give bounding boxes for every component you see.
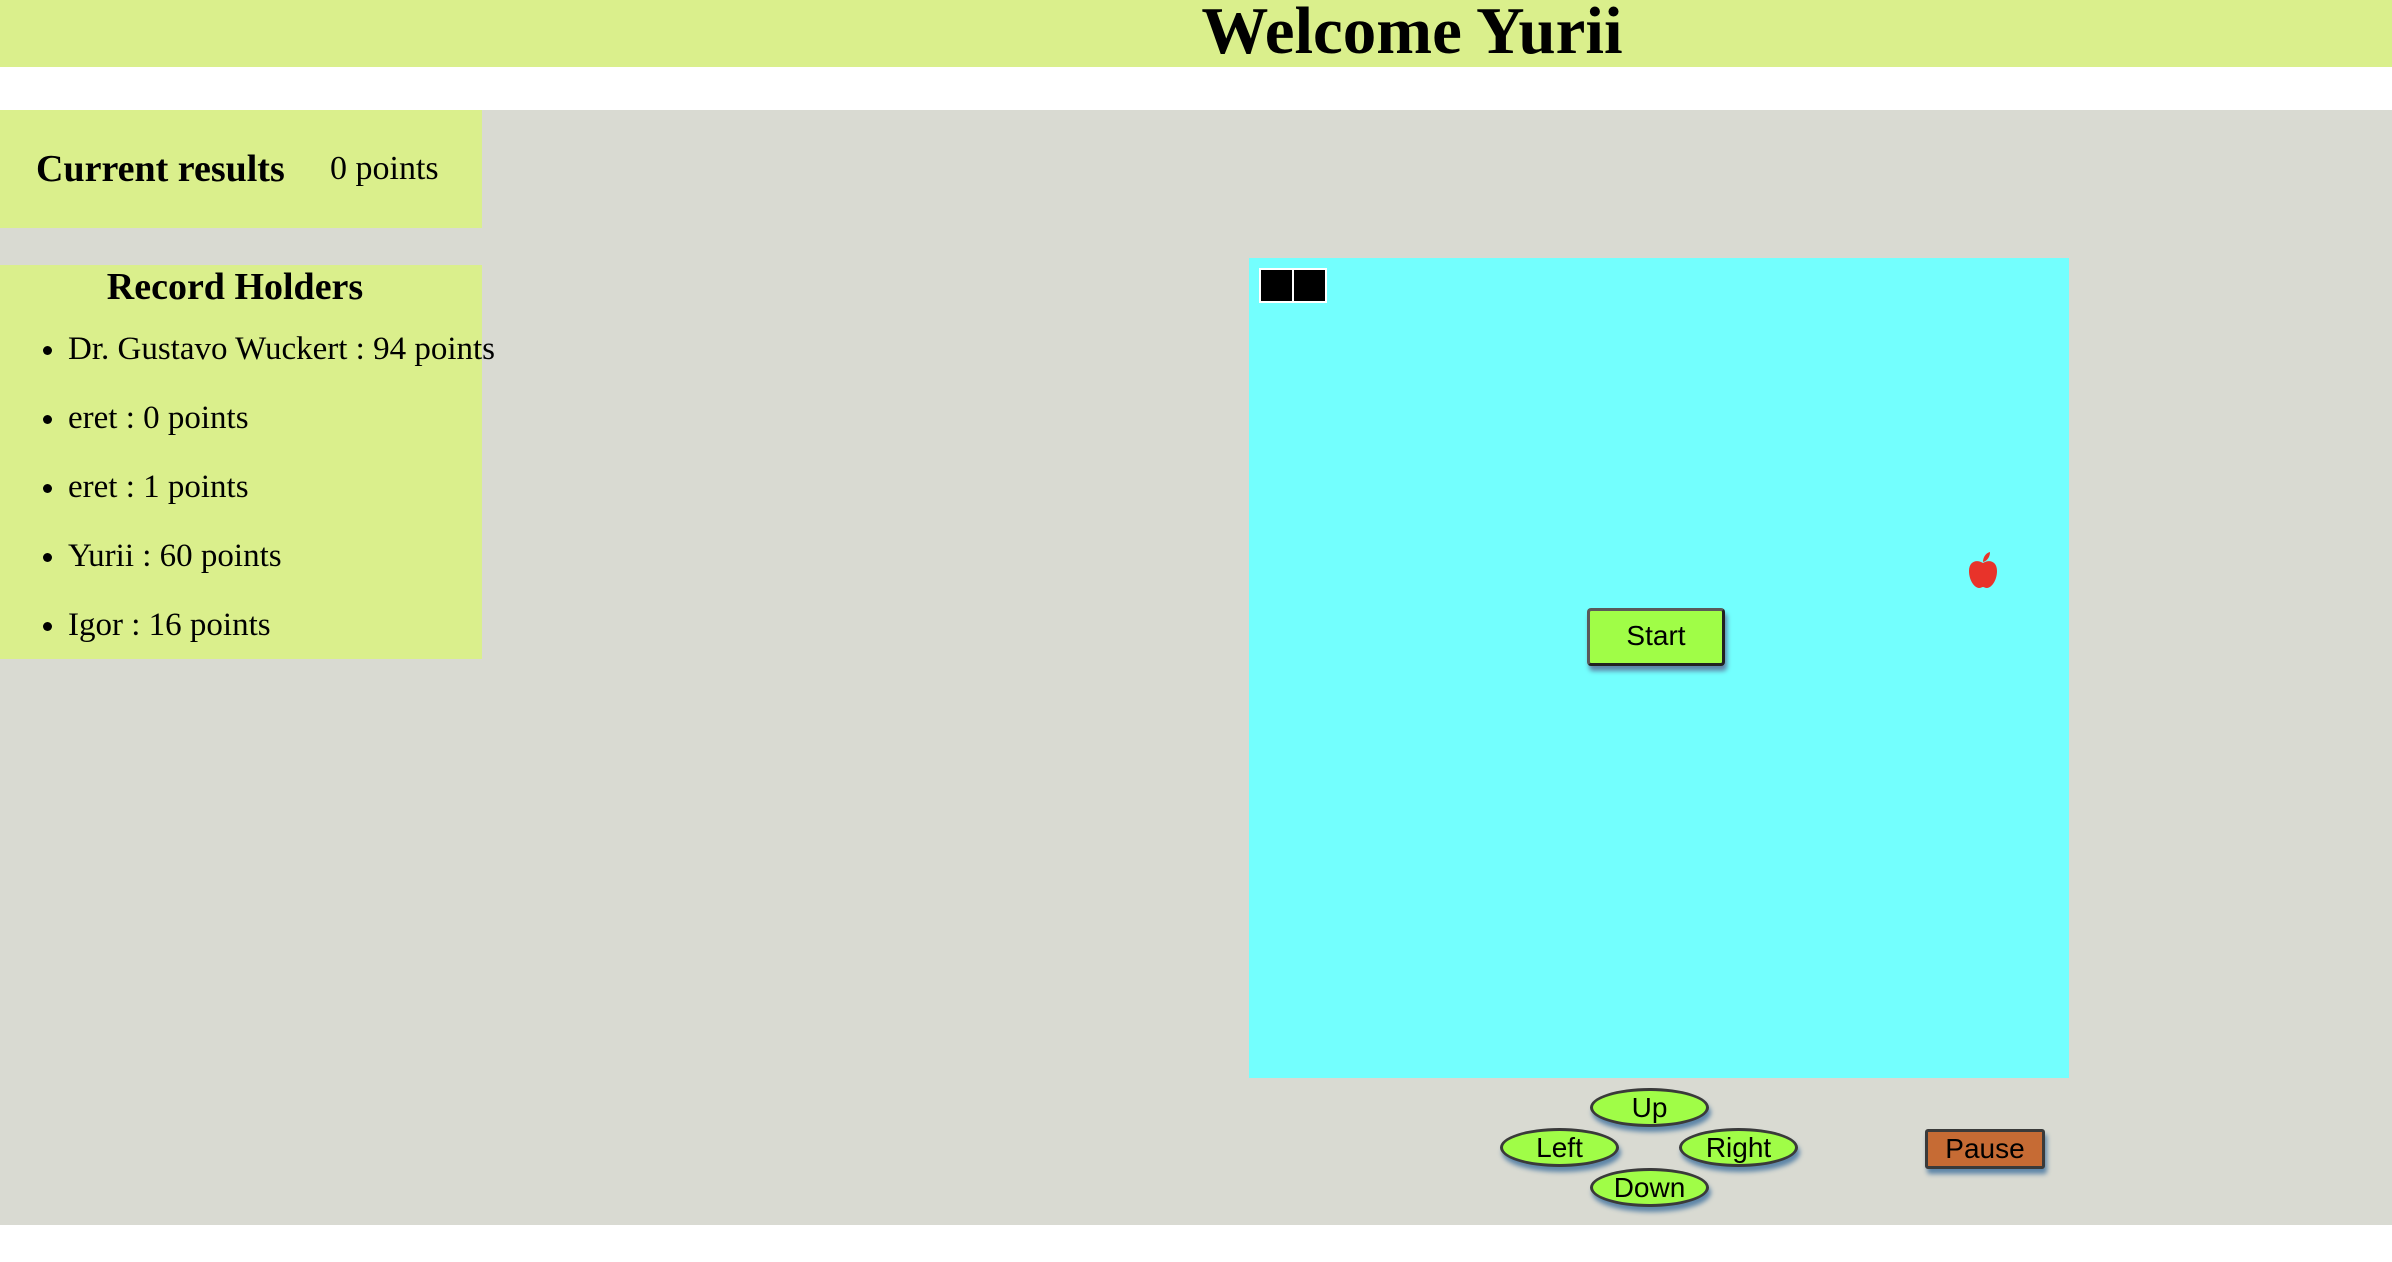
current-score: 0 points xyxy=(330,150,439,187)
welcome-title: Welcome Yurii xyxy=(1201,0,1623,68)
record-holder-item: Yurii : 60 points xyxy=(68,534,495,603)
record-holders-panel: Record Holders Dr. Gustavo Wuckert : 94 … xyxy=(0,265,495,659)
pause-button[interactable]: Pause xyxy=(1925,1129,2045,1169)
header-bar: Welcome Yurii xyxy=(0,0,2392,68)
game-board[interactable] xyxy=(1249,258,2069,1078)
record-holder-item: Igor : 16 points xyxy=(68,603,495,672)
snake-segment xyxy=(1292,268,1327,303)
snake-segment xyxy=(1259,268,1294,303)
record-holder-item: eret : 0 points xyxy=(68,396,495,465)
left-button[interactable]: Left xyxy=(1500,1128,1619,1167)
current-results-panel: Current results 0 points xyxy=(0,110,482,228)
record-holders-title: Record Holders xyxy=(106,266,364,308)
record-holder-item: eret : 1 points xyxy=(68,465,495,534)
record-holders-list: Dr. Gustavo Wuckert : 94 points eret : 0… xyxy=(0,327,495,672)
start-button[interactable]: Start xyxy=(1587,608,1725,666)
current-results-title: Current results xyxy=(36,148,285,190)
right-button[interactable]: Right xyxy=(1679,1128,1798,1167)
up-button[interactable]: Up xyxy=(1590,1088,1709,1127)
down-button[interactable]: Down xyxy=(1590,1168,1709,1207)
apple-icon xyxy=(1969,552,1997,588)
record-holder-item: Dr. Gustavo Wuckert : 94 points xyxy=(68,327,495,396)
